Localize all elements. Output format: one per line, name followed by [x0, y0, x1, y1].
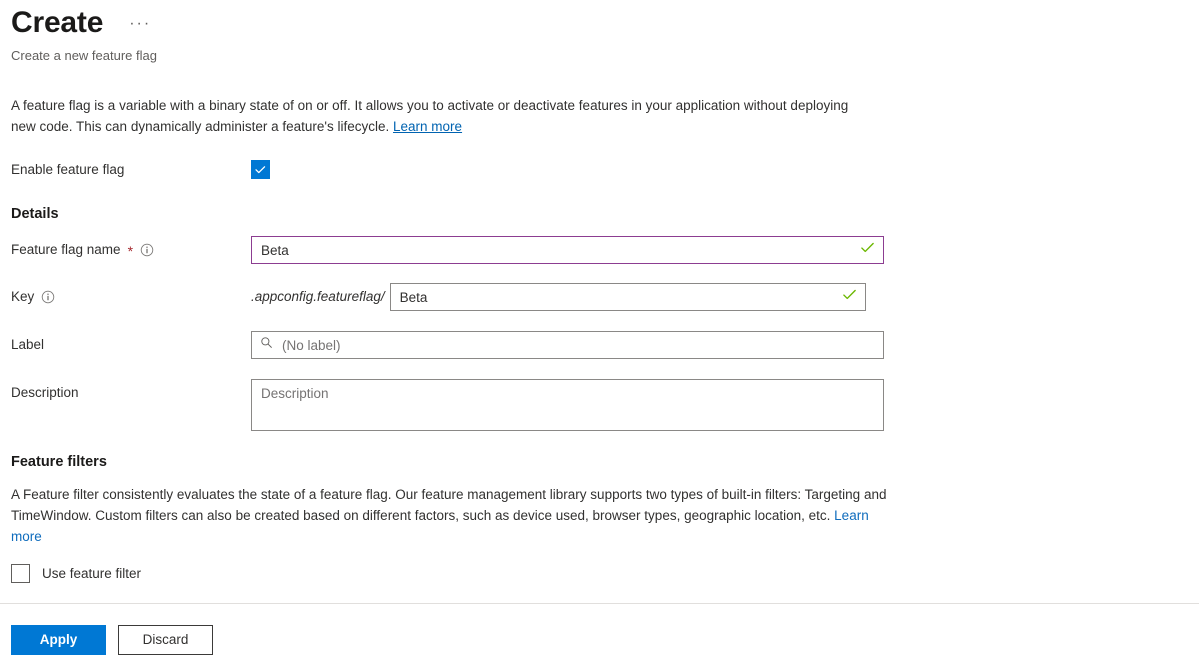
description-textarea[interactable] — [251, 379, 884, 431]
discard-button[interactable]: Discard — [118, 625, 213, 655]
info-icon[interactable] — [41, 290, 55, 304]
more-options-icon[interactable]: ··· — [125, 14, 155, 34]
enable-feature-flag-label-cell: Enable feature flag — [11, 161, 251, 179]
use-feature-filter-row: Use feature filter — [11, 564, 141, 583]
key-row: Key .appconfig.featureflag/ — [11, 283, 891, 311]
apply-button[interactable]: Apply — [11, 625, 106, 655]
page-subtitle: Create a new feature flag — [11, 47, 157, 65]
label-field-label: Label — [11, 336, 44, 354]
feature-filters-section-heading: Feature filters — [11, 452, 107, 472]
use-feature-filter-label: Use feature filter — [42, 565, 141, 583]
label-input[interactable] — [251, 331, 884, 359]
key-control-cell: .appconfig.featureflag/ — [251, 283, 891, 311]
intro-learn-more-link[interactable]: Learn more — [393, 119, 462, 134]
use-feature-filter-checkbox[interactable] — [11, 564, 30, 583]
description-row: Description — [11, 379, 891, 431]
description-label: Description — [11, 384, 79, 402]
info-icon[interactable] — [140, 243, 154, 257]
label-input-wrap — [251, 331, 884, 359]
key-label: Key — [11, 288, 34, 306]
feature-flag-name-label-cell: Feature flag name * — [11, 236, 251, 264]
feature-flag-name-input-wrap — [251, 236, 884, 264]
feature-flag-name-control-cell — [251, 236, 891, 264]
footer-actions: Apply Discard — [11, 625, 213, 655]
checkmark-icon — [254, 163, 267, 176]
intro-paragraph: A feature flag is a variable with a bina… — [11, 95, 871, 137]
feature-flag-name-input[interactable] — [251, 236, 884, 264]
footer-divider — [0, 603, 1199, 604]
enable-feature-flag-label: Enable feature flag — [11, 161, 124, 179]
label-control-cell — [251, 331, 891, 359]
feature-flag-name-label: Feature flag name — [11, 241, 121, 259]
feature-flag-name-row: Feature flag name * — [11, 236, 891, 264]
enable-feature-flag-checkbox[interactable] — [251, 160, 270, 179]
description-control-cell — [251, 379, 891, 431]
key-input[interactable] — [390, 283, 866, 311]
label-field-label-cell: Label — [11, 331, 251, 359]
page-header: Create ··· Create a new feature flag — [11, 4, 157, 65]
required-asterisk: * — [128, 244, 133, 258]
key-input-wrap — [390, 283, 866, 311]
enable-feature-flag-row: Enable feature flag — [11, 160, 891, 179]
key-prefix-text: .appconfig.featureflag/ — [251, 283, 385, 311]
feature-filters-paragraph: A Feature filter consistently evaluates … — [11, 484, 891, 547]
details-section-heading: Details — [11, 204, 59, 224]
label-row: Label — [11, 331, 891, 359]
page-title: Create — [11, 4, 103, 42]
description-label-cell: Description — [11, 379, 251, 407]
key-label-cell: Key — [11, 283, 251, 311]
feature-filters-text: A Feature filter consistently evaluates … — [11, 487, 886, 523]
